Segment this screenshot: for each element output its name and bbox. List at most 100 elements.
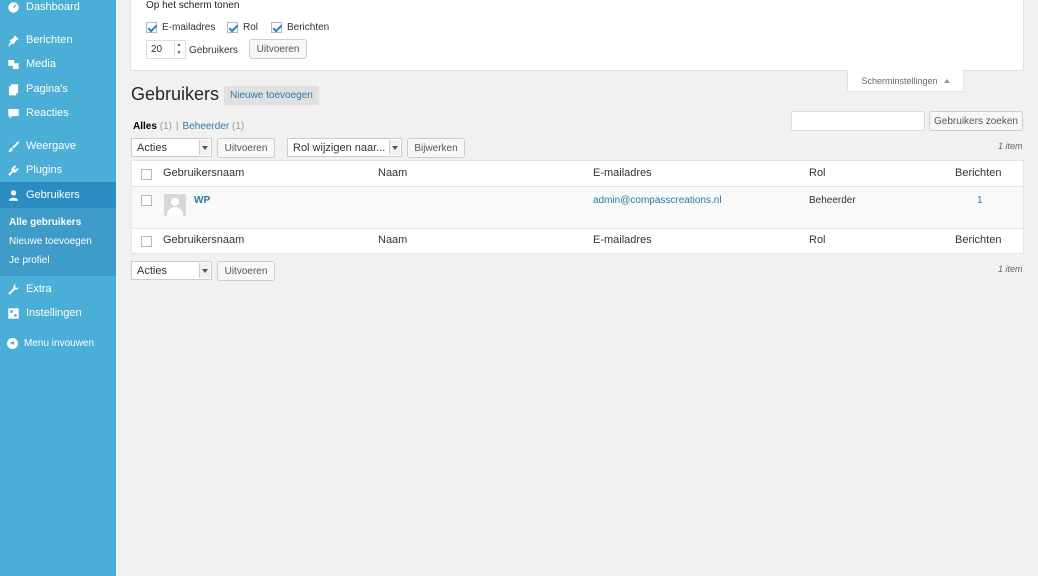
bulk-actions-select-top[interactable]: Acties bbox=[131, 138, 212, 157]
column-email-checkbox[interactable] bbox=[146, 22, 157, 33]
submenu-all-users[interactable]: Alle gebruikers bbox=[9, 217, 81, 228]
role-filter-links: Alles (1) | Beheerder (1) bbox=[133, 121, 244, 132]
change-role-value: Rol wijzigen naar... bbox=[293, 141, 386, 154]
menu-item-label: Gebruikers bbox=[26, 189, 80, 201]
per-page-input[interactable]: 20 ▲ ▼ bbox=[146, 40, 186, 59]
menu-item-label: Reacties bbox=[26, 107, 69, 119]
column-header-name[interactable]: Naam bbox=[378, 167, 407, 179]
menu-item-label: Plugins bbox=[26, 164, 63, 176]
collapse-arrow-icon bbox=[7, 338, 18, 349]
column-posts-label: Berichten bbox=[287, 22, 330, 33]
chevron-down-icon bbox=[199, 140, 210, 155]
column-header-email[interactable]: E-mailadres bbox=[593, 167, 652, 179]
screen-options-title: Op het scherm tonen bbox=[146, 0, 240, 11]
row-checkbox[interactable] bbox=[141, 195, 152, 206]
pin-icon bbox=[7, 34, 20, 47]
column-header-role: Rol bbox=[809, 167, 826, 179]
screen-options-panel: Op het scherm tonen E-mailadres Rol Beri… bbox=[130, 0, 1024, 71]
chevron-down-icon bbox=[199, 263, 210, 278]
comment-icon bbox=[7, 107, 20, 120]
bulk-actions-value: Acties bbox=[137, 264, 167, 277]
screen-options-tab[interactable]: Scherminstellingen bbox=[847, 70, 964, 92]
bulk-apply-button-top[interactable]: Uitvoeren bbox=[217, 138, 275, 158]
column-footer-email[interactable]: E-mailadres bbox=[593, 234, 652, 246]
settings-icon bbox=[7, 307, 20, 320]
bulk-apply-button-bottom[interactable]: Uitvoeren bbox=[217, 261, 275, 281]
screen-options-tab-label: Scherminstellingen bbox=[861, 75, 938, 86]
column-email-label: E-mailadres bbox=[162, 22, 216, 33]
column-footer-posts[interactable]: Berichten bbox=[955, 234, 1001, 246]
column-role-label: Rol bbox=[243, 22, 259, 33]
menu-item-gebruikers[interactable]: Gebruikers bbox=[0, 182, 116, 208]
row-email[interactable]: admin@compasscreations.nl bbox=[593, 195, 722, 206]
filter-all-count: (1) bbox=[159, 121, 172, 132]
menu-item-extra[interactable]: Extra bbox=[0, 277, 116, 301]
items-count-top: 1 item bbox=[998, 141, 1023, 151]
collapse-menu-button[interactable]: Menu invouwen bbox=[7, 338, 94, 349]
column-header-posts[interactable]: Berichten bbox=[955, 167, 1001, 179]
avatar-head bbox=[171, 198, 179, 206]
menu-item-label: Dashboard bbox=[26, 1, 80, 13]
caret-up-icon bbox=[943, 78, 950, 83]
row-username[interactable]: WP bbox=[194, 195, 210, 206]
menu-item-label: Weergave bbox=[26, 140, 76, 152]
menu-item-label: Instellingen bbox=[26, 307, 82, 319]
filter-separator: | bbox=[175, 121, 179, 132]
menu-item-label: Media bbox=[26, 58, 56, 70]
pages-icon bbox=[7, 83, 20, 96]
menu-item-weergave[interactable]: Weergave bbox=[0, 134, 116, 158]
menu-item-label: Berichten bbox=[26, 34, 73, 46]
bulk-actions-select-bottom[interactable]: Acties bbox=[131, 261, 212, 280]
collapse-menu-label: Menu invouwen bbox=[24, 338, 95, 349]
menu-item-instellingen[interactable]: Instellingen bbox=[0, 301, 116, 325]
screen-options-apply-button[interactable]: Uitvoeren bbox=[249, 39, 307, 59]
menu-item-media[interactable]: Media bbox=[0, 52, 116, 76]
users-table: Gebruikersnaam Naam E-mailadres Rol Beri… bbox=[131, 160, 1024, 254]
menu-item-label: Pagina's bbox=[26, 83, 68, 95]
per-page-spinner[interactable]: ▲ ▼ bbox=[174, 42, 183, 57]
menu-item-reacties[interactable]: Reacties bbox=[0, 101, 116, 125]
submenu-your-profile[interactable]: Je profiel bbox=[9, 255, 50, 266]
search-users-button[interactable]: Gebruikers zoeken bbox=[929, 111, 1023, 131]
column-footer-name[interactable]: Naam bbox=[378, 234, 407, 246]
user-search-input[interactable] bbox=[791, 111, 925, 131]
change-role-select[interactable]: Rol wijzigen naar... bbox=[287, 138, 402, 157]
change-role-update-button[interactable]: Bijwerken bbox=[407, 138, 465, 158]
column-posts-checkbox[interactable] bbox=[271, 22, 282, 33]
row-role: Beheerder bbox=[809, 195, 856, 206]
items-count-bottom: 1 item bbox=[998, 264, 1023, 274]
column-footer-username[interactable]: Gebruikersnaam bbox=[163, 234, 244, 246]
row-posts[interactable]: 1 bbox=[977, 195, 983, 206]
users-submenu: Alle gebruikers Nieuwe toevoegen Je prof… bbox=[0, 208, 116, 276]
filter-admin-count: (1) bbox=[232, 121, 245, 132]
admin-sidebar: Dashboard Berichten Media Pagina's React… bbox=[0, 0, 116, 576]
menu-item-berichten[interactable]: Berichten bbox=[0, 28, 116, 52]
menu-item-plugins[interactable]: Plugins bbox=[0, 158, 116, 182]
media-icon bbox=[7, 58, 20, 71]
brush-icon bbox=[7, 140, 20, 153]
select-all-checkbox-top[interactable] bbox=[141, 169, 152, 180]
footer-divider bbox=[132, 228, 1023, 229]
chevron-down-icon bbox=[389, 140, 400, 155]
add-new-user-button[interactable]: Nieuwe toevoegen bbox=[224, 86, 319, 105]
spin-down-icon[interactable]: ▼ bbox=[175, 50, 183, 58]
page-title: Gebruikers bbox=[131, 84, 220, 104]
column-header-username[interactable]: Gebruikersnaam bbox=[163, 167, 244, 179]
dashboard-icon bbox=[7, 1, 20, 14]
table-row: WP admin@compasscreations.nl Beheerder 1 bbox=[132, 187, 1023, 228]
menu-item-paginas[interactable]: Pagina's bbox=[0, 77, 116, 101]
wrench-icon bbox=[7, 283, 20, 296]
column-role-checkbox[interactable] bbox=[227, 22, 238, 33]
user-icon bbox=[7, 189, 20, 202]
avatar-body bbox=[167, 207, 183, 216]
avatar bbox=[164, 194, 186, 216]
per-page-value: 20 bbox=[151, 44, 163, 55]
menu-item-dashboard[interactable]: Dashboard bbox=[0, 0, 116, 19]
filter-admin-link[interactable]: Beheerder bbox=[183, 121, 230, 132]
bulk-actions-value: Acties bbox=[137, 141, 167, 154]
spin-up-icon[interactable]: ▲ bbox=[175, 42, 183, 50]
submenu-add-new[interactable]: Nieuwe toevoegen bbox=[9, 236, 92, 247]
filter-all-link[interactable]: Alles bbox=[133, 121, 157, 132]
select-all-checkbox-bottom[interactable] bbox=[141, 236, 152, 247]
menu-item-label: Extra bbox=[26, 283, 52, 295]
